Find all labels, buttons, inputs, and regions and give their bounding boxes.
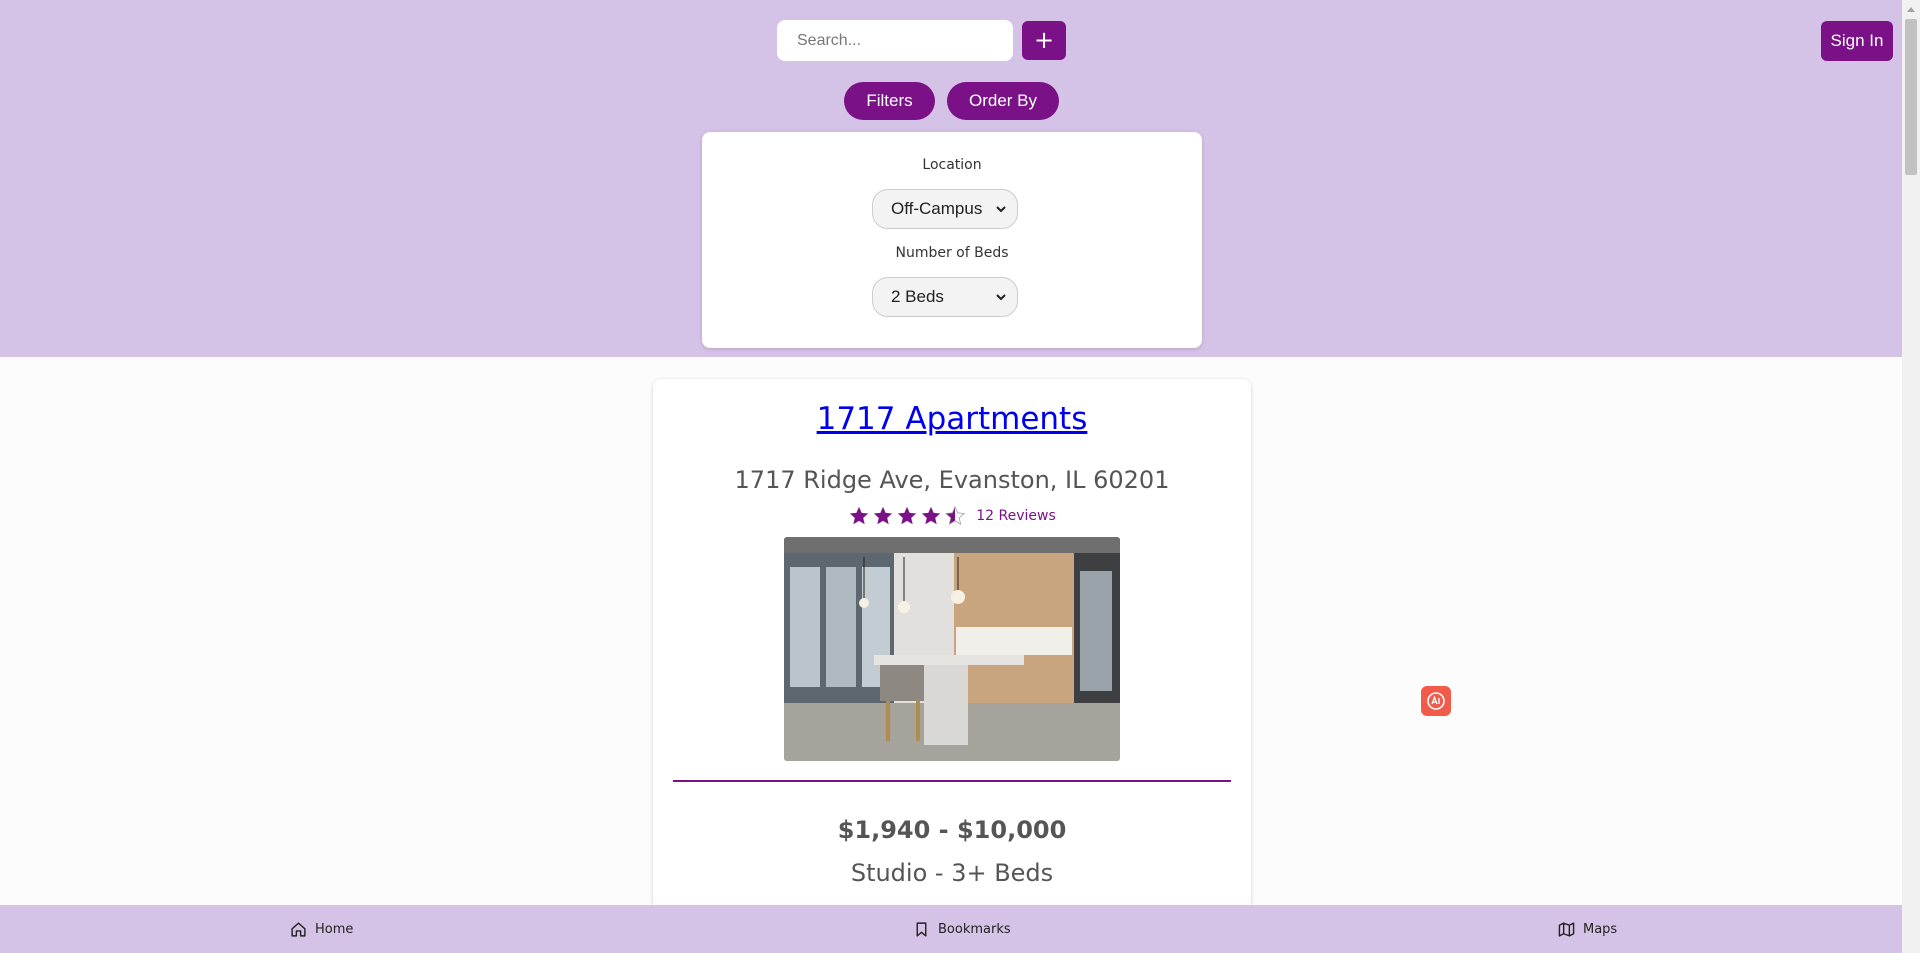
beds-select-value: 2 Beds (891, 287, 944, 306)
location-select[interactable]: Off-Campus (872, 189, 1018, 229)
listing-photo[interactable] (784, 537, 1120, 761)
listing-address: 1717 Ridge Ave, Evanston, IL 60201 (734, 466, 1170, 494)
star-icon (898, 506, 917, 525)
rating-row: 12 Reviews (653, 505, 1251, 527)
location-label: Location (922, 157, 982, 173)
star-icon (922, 506, 941, 525)
bottom-nav: Home Bookmarks Maps (0, 905, 1902, 953)
nav-home-label: Home (315, 921, 354, 937)
star-icon (874, 506, 893, 525)
sign-in-button[interactable]: Sign In (1821, 21, 1893, 61)
ai-assistant-button[interactable] (1421, 686, 1451, 716)
beds-range: Studio - 3+ Beds (850, 859, 1054, 887)
filters-button[interactable]: Filters (844, 82, 935, 120)
bookmark-icon (916, 921, 927, 937)
listing-card: 1717 Apartments 1717 Ridge Ave, Evanston… (653, 379, 1251, 953)
price-range: $1,940 - $10,000 (837, 816, 1067, 844)
filter-panel: Location Off-Campus Number of Beds 2 Bed… (702, 132, 1202, 348)
home-icon (291, 921, 306, 937)
apartment-kitchen-image (784, 537, 1120, 761)
nav-home[interactable]: Home (290, 905, 353, 953)
location-select-value: Off-Campus (891, 199, 983, 218)
beds-select[interactable]: 2 Beds (872, 277, 1018, 317)
top-header: + Sign In Filters Order By Location Off-… (0, 0, 1902, 357)
star-rating (848, 505, 966, 527)
ai-icon (1427, 692, 1445, 710)
nav-maps-label: Maps (1583, 921, 1618, 937)
search-input[interactable] (777, 20, 1013, 61)
chevron-down-icon (996, 294, 1006, 301)
map-icon (1558, 921, 1575, 937)
nav-maps[interactable]: Maps (1558, 905, 1617, 953)
nav-bookmarks[interactable]: Bookmarks (913, 905, 1011, 953)
nav-bookmarks-label: Bookmarks (938, 921, 1011, 937)
listing-title-link[interactable]: 1717 Apartments (653, 401, 1251, 437)
beds-label: Number of Beds (895, 245, 1009, 261)
reviews-link[interactable]: 12 Reviews (976, 508, 1056, 524)
order-by-button[interactable]: Order By (947, 82, 1059, 120)
card-divider (673, 780, 1231, 782)
page-scrollbar[interactable] (1902, 0, 1920, 953)
chevron-down-icon (996, 206, 1006, 213)
star-icon (850, 506, 869, 525)
scroll-up-arrow-icon[interactable] (1902, 0, 1920, 17)
add-listing-button[interactable]: + (1022, 21, 1066, 60)
scrollbar-thumb[interactable] (1905, 19, 1917, 175)
star-icon (945, 505, 966, 526)
